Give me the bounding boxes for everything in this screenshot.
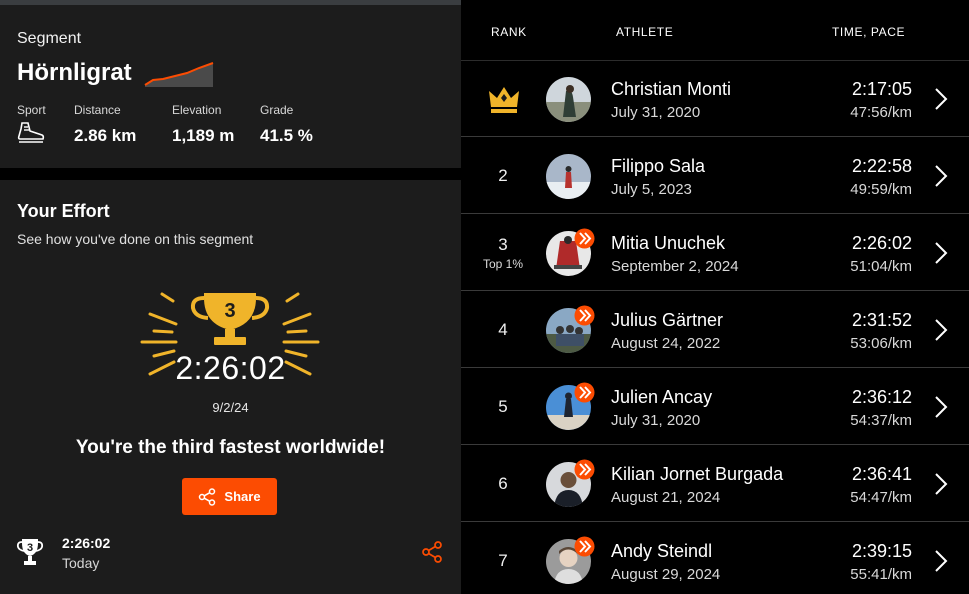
- effort-pace: 54:37/km: [850, 412, 912, 429]
- segment-kicker: Segment: [17, 30, 82, 47]
- athlete-name: Julius Gärtner: [611, 310, 724, 330]
- stat-label: Grade: [260, 103, 294, 117]
- chevron-right-icon: [935, 319, 948, 341]
- leaderboard-row[interactable]: 5 Julien Ancay July 31, 2020 2:36:12 54:…: [461, 369, 969, 445]
- effort-pace: 53:06/km: [850, 335, 912, 352]
- stat-value: 1,189 m: [172, 126, 235, 145]
- effort-date: July 5, 2023: [611, 181, 692, 198]
- leaderboard-row[interactable]: 4 Julius Gärtner August 24, 2022 2:31:52…: [461, 292, 969, 368]
- athlete-name: Julien Ancay: [611, 387, 713, 407]
- share-button[interactable]: Share: [182, 478, 277, 515]
- chevron-right-icon: [935, 242, 948, 264]
- chevron-right-icon: [935, 550, 948, 572]
- section-divider: [0, 168, 461, 180]
- effort-card: Your Effort See how you've done on this …: [0, 180, 461, 594]
- stat-label: Distance: [74, 103, 121, 117]
- share-icon: [199, 487, 216, 506]
- rank-percentile: Top 1%: [482, 257, 524, 271]
- athlete-name: Andy Steindl: [611, 541, 713, 561]
- avatar: [546, 77, 591, 122]
- rank-number: 4: [498, 320, 508, 339]
- effort-pace: 54:47/km: [850, 489, 912, 506]
- effort-pace: 51:04/km: [850, 258, 912, 275]
- subscriber-badge-icon: [574, 459, 595, 480]
- effort-time: 2:17:05: [851, 79, 912, 99]
- stat-label: Elevation: [172, 103, 222, 117]
- hiking-shoe-icon: [17, 122, 45, 143]
- effort-message: You're the third fastest worldwide!: [75, 437, 386, 458]
- subscriber-badge-icon: [574, 382, 595, 403]
- effort-date: September 2, 2024: [611, 258, 739, 275]
- effort-title: Your Effort: [17, 201, 110, 221]
- effort-date: August 21, 2024: [611, 489, 721, 506]
- effort-time: 2:39:15: [851, 541, 912, 561]
- share-button-label: Share: [224, 489, 261, 504]
- bottom-trophy-rank: 3: [27, 542, 33, 554]
- header-rank: RANK: [491, 25, 527, 39]
- elevation-profile-icon: [144, 62, 214, 87]
- leaderboard-row[interactable]: 7 Andy Steindl August 29, 2024 2:39:15 5…: [461, 523, 969, 594]
- effort-summary-time: 2:26:02: [62, 535, 111, 551]
- stat-grade: Grade 41.5 %: [260, 103, 313, 146]
- subscriber-badge-icon: [574, 228, 595, 249]
- rank-number: 3: [498, 235, 508, 254]
- stat-value: 2.86 km: [74, 126, 137, 145]
- effort-date: August 24, 2022: [611, 335, 721, 352]
- rank-number: 5: [498, 397, 508, 416]
- trophy-icon: 3: [16, 539, 44, 565]
- effort-pace: 47:56/km: [850, 104, 912, 121]
- effort-date: July 31, 2020: [611, 412, 701, 429]
- leaderboard-header: RANK ATHLETE TIME, PACE: [461, 0, 969, 61]
- stat-value: 41.5 %: [260, 126, 313, 145]
- effort-date: 9/2/24: [212, 400, 249, 415]
- effort-time: 2:26:02: [175, 350, 286, 386]
- rank-number: 6: [498, 474, 508, 493]
- leaderboard-panel: RANK ATHLETE TIME, PACE Christian Monti …: [461, 0, 969, 594]
- stat-elevation: Elevation 1,189 m: [172, 103, 234, 146]
- leaderboard-row[interactable]: Christian Monti July 31, 2020 2:17:05 47…: [461, 61, 969, 137]
- athlete-name: Mitia Unuchek: [611, 233, 726, 253]
- chevron-right-icon: [935, 88, 948, 110]
- effort-time: 2:36:12: [851, 387, 912, 407]
- crown-icon: [489, 87, 519, 113]
- athlete-name: Kilian Jornet Burgada: [611, 464, 784, 484]
- athlete-name: Christian Monti: [611, 79, 732, 99]
- segment-panel: Segment Hörnligrat Sport Distance 2.86 k…: [0, 0, 461, 594]
- leaderboard-row[interactable]: 2 Filippo Sala July 5, 2023 2:22:58 49:5…: [461, 138, 969, 214]
- effort-date: August 29, 2024: [611, 566, 721, 583]
- rank-number: 2: [498, 166, 508, 185]
- segment-name: Hörnligrat: [17, 59, 132, 86]
- trophy-rank: 3: [224, 300, 235, 322]
- effort-subtitle: See how you've done on this segment: [17, 231, 254, 247]
- effort-summary-when: Today: [62, 555, 100, 571]
- effort-time: 2:36:41: [851, 464, 912, 484]
- avatar: [546, 154, 591, 199]
- header-athlete: ATHLETE: [616, 25, 674, 39]
- rank-number: 7: [498, 551, 508, 570]
- chevron-right-icon: [935, 396, 948, 418]
- subscriber-badge-icon: [574, 536, 595, 557]
- effort-date: July 31, 2020: [611, 104, 701, 121]
- segment-card: Segment Hörnligrat Sport Distance 2.86 k…: [0, 5, 461, 168]
- stat-sport: Sport: [17, 103, 46, 148]
- leaderboard-row[interactable]: 6 Kilian Jornet Burgada August 21, 2024 …: [461, 446, 969, 522]
- chevron-right-icon: [935, 473, 948, 495]
- subscriber-badge-icon: [574, 305, 595, 326]
- athlete-name: Filippo Sala: [611, 156, 706, 176]
- chevron-right-icon: [935, 165, 948, 187]
- effort-pace: 55:41/km: [850, 566, 912, 583]
- leaderboard-row[interactable]: 3 Top 1% Mitia Unuchek September 2, 2024…: [461, 215, 969, 291]
- stat-distance: Distance 2.86 km: [74, 103, 136, 146]
- header-time-pace: TIME, PACE: [832, 25, 906, 39]
- effort-time: 2:22:58: [851, 156, 912, 176]
- effort-time: 2:26:02: [851, 233, 912, 253]
- effort-time: 2:31:52: [851, 310, 912, 330]
- stat-label: Sport: [17, 103, 46, 117]
- effort-pace: 49:59/km: [850, 181, 912, 198]
- share-icon[interactable]: [420, 540, 444, 564]
